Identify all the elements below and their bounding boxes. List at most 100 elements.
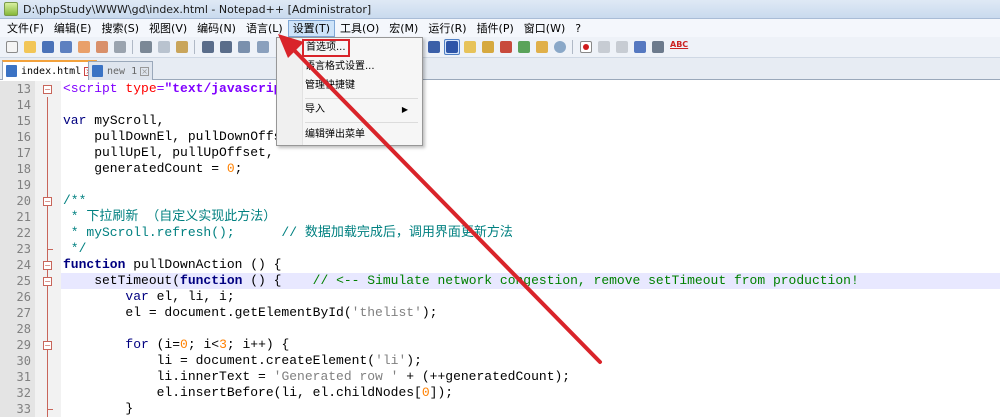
fold-margin bbox=[35, 113, 61, 129]
code-text: } bbox=[63, 401, 134, 416]
menu-file[interactable]: 文件(F) bbox=[2, 20, 49, 37]
code-line: 28 bbox=[0, 321, 1000, 337]
fold-margin bbox=[35, 369, 61, 385]
paste-icon[interactable] bbox=[174, 39, 190, 55]
menu-settings[interactable]: 设置(T) bbox=[287, 19, 335, 37]
code-text: */ bbox=[63, 241, 87, 256]
fold-margin bbox=[35, 305, 61, 321]
close-file-icon[interactable] bbox=[76, 39, 92, 55]
code-editor[interactable]: 13 − <script type="text/javascript"> 14 … bbox=[0, 80, 1000, 418]
menu-item-style-configurator[interactable]: 语言格式设置... bbox=[305, 58, 375, 76]
monitoring-icon[interactable] bbox=[552, 39, 568, 55]
word-wrap-icon[interactable] bbox=[426, 39, 442, 55]
doc-map-icon[interactable] bbox=[498, 39, 514, 55]
menu-edit[interactable]: 编辑(E) bbox=[49, 20, 97, 37]
user-lang-icon[interactable] bbox=[480, 39, 496, 55]
menu-separator bbox=[305, 98, 418, 99]
save-icon[interactable] bbox=[40, 39, 56, 55]
code-text: li.innerText = 'Generated row ' + (++gen… bbox=[63, 369, 571, 384]
submenu-arrow-icon: ▶ bbox=[401, 105, 408, 114]
code-text: * 下拉刷新 （自定义实现此方法） bbox=[63, 209, 277, 224]
fold-margin bbox=[35, 385, 61, 401]
indent-guide-icon[interactable] bbox=[462, 39, 478, 55]
new-file-icon[interactable] bbox=[4, 39, 20, 55]
fold-margin[interactable]: − bbox=[35, 193, 61, 209]
find-icon[interactable] bbox=[236, 39, 252, 55]
menu-language[interactable]: 语言(L) bbox=[241, 20, 288, 37]
fold-margin bbox=[35, 353, 61, 369]
save-all-icon[interactable] bbox=[58, 39, 74, 55]
code-text: el.insertBefore(li, el.childNodes[0]); bbox=[63, 385, 454, 400]
tab-close-icon[interactable]: × bbox=[140, 66, 150, 76]
menu-run[interactable]: 运行(R) bbox=[423, 20, 471, 37]
folder-workspace-icon[interactable] bbox=[534, 39, 550, 55]
menu-help[interactable]: ? bbox=[570, 20, 586, 37]
fold-margin bbox=[35, 161, 61, 177]
spellcheck-icon[interactable]: ABC bbox=[670, 40, 688, 49]
function-list-icon[interactable] bbox=[516, 39, 532, 55]
cut-icon[interactable] bbox=[138, 39, 154, 55]
menu-view[interactable]: 视图(V) bbox=[144, 20, 192, 37]
fold-margin[interactable]: − bbox=[35, 337, 61, 353]
fold-margin bbox=[35, 209, 61, 225]
line-number: 30 bbox=[0, 353, 35, 369]
fold-margin bbox=[35, 129, 61, 145]
code-line: 14 bbox=[0, 97, 1000, 113]
line-number: 21 bbox=[0, 209, 35, 225]
notepadpp-app-icon bbox=[4, 2, 18, 16]
settings-dropdown-menu: 首选项... 语言格式设置... 管理快捷键 导入 ▶ 编辑弹出菜单 bbox=[276, 37, 423, 146]
stop-macro-icon[interactable] bbox=[596, 39, 612, 55]
code-line: 16 pullDownEl, pullDownOffset, bbox=[0, 129, 1000, 145]
line-number: 25 bbox=[0, 273, 35, 289]
copy-icon[interactable] bbox=[156, 39, 172, 55]
code-text: /** bbox=[63, 193, 87, 208]
tab-label: index.html bbox=[21, 65, 82, 77]
code-text: setTimeout(function () { // <-- Simulate… bbox=[63, 273, 859, 288]
fold-margin bbox=[35, 241, 61, 257]
fold-margin[interactable]: − bbox=[35, 273, 61, 289]
tab-index-html[interactable]: index.html × bbox=[2, 60, 98, 80]
undo-icon[interactable] bbox=[200, 39, 216, 55]
menu-item-preferences[interactable]: 首选项... bbox=[302, 39, 350, 57]
close-all-icon[interactable] bbox=[94, 39, 110, 55]
redo-icon[interactable] bbox=[218, 39, 234, 55]
menu-tools[interactable]: 工具(O) bbox=[335, 20, 384, 37]
line-number: 16 bbox=[0, 129, 35, 145]
toolbar-separator bbox=[132, 40, 133, 54]
line-number: 20 bbox=[0, 193, 35, 209]
menu-plugins[interactable]: 插件(P) bbox=[472, 20, 519, 37]
fold-margin bbox=[35, 145, 61, 161]
code-text: pullDownEl, pullDownOffset, bbox=[63, 129, 305, 144]
line-number: 27 bbox=[0, 305, 35, 321]
run-macro-multiple-icon[interactable] bbox=[632, 39, 648, 55]
open-file-icon[interactable] bbox=[22, 39, 38, 55]
code-line: 26 var el, li, i; bbox=[0, 289, 1000, 305]
code-text: function pullDownAction () { bbox=[63, 257, 282, 272]
print-icon[interactable] bbox=[112, 39, 128, 55]
replace-icon[interactable] bbox=[255, 39, 271, 55]
menu-item-edit-popup-menu[interactable]: 编辑弹出菜单 bbox=[305, 126, 365, 144]
code-line: 23 */ bbox=[0, 241, 1000, 257]
fold-margin[interactable]: − bbox=[35, 257, 61, 273]
line-number: 14 bbox=[0, 97, 35, 113]
tab-new-1[interactable]: new 1 × bbox=[88, 61, 154, 80]
menu-item-shortcut-mapper[interactable]: 管理快捷键 bbox=[305, 77, 355, 95]
show-all-chars-icon[interactable] bbox=[444, 39, 460, 55]
menu-macro[interactable]: 宏(M) bbox=[384, 20, 423, 37]
fold-margin bbox=[35, 289, 61, 305]
menu-window[interactable]: 窗口(W) bbox=[519, 20, 570, 37]
menu-item-import[interactable]: 导入 ▶ bbox=[305, 101, 418, 119]
fold-margin[interactable]: − bbox=[35, 81, 61, 97]
line-number: 19 bbox=[0, 177, 35, 193]
save-macro-icon[interactable] bbox=[650, 39, 666, 55]
line-number: 24 bbox=[0, 257, 35, 273]
record-macro-icon[interactable] bbox=[578, 39, 594, 55]
code-text: var el, li, i; bbox=[125, 289, 235, 304]
play-macro-icon[interactable] bbox=[614, 39, 630, 55]
line-number: 29 bbox=[0, 337, 35, 353]
menu-search[interactable]: 搜索(S) bbox=[96, 20, 144, 37]
line-number: 18 bbox=[0, 161, 35, 177]
menu-encoding[interactable]: 编码(N) bbox=[192, 20, 241, 37]
line-number: 28 bbox=[0, 321, 35, 337]
code-line: 32 el.insertBefore(li, el.childNodes[0])… bbox=[0, 385, 1000, 401]
